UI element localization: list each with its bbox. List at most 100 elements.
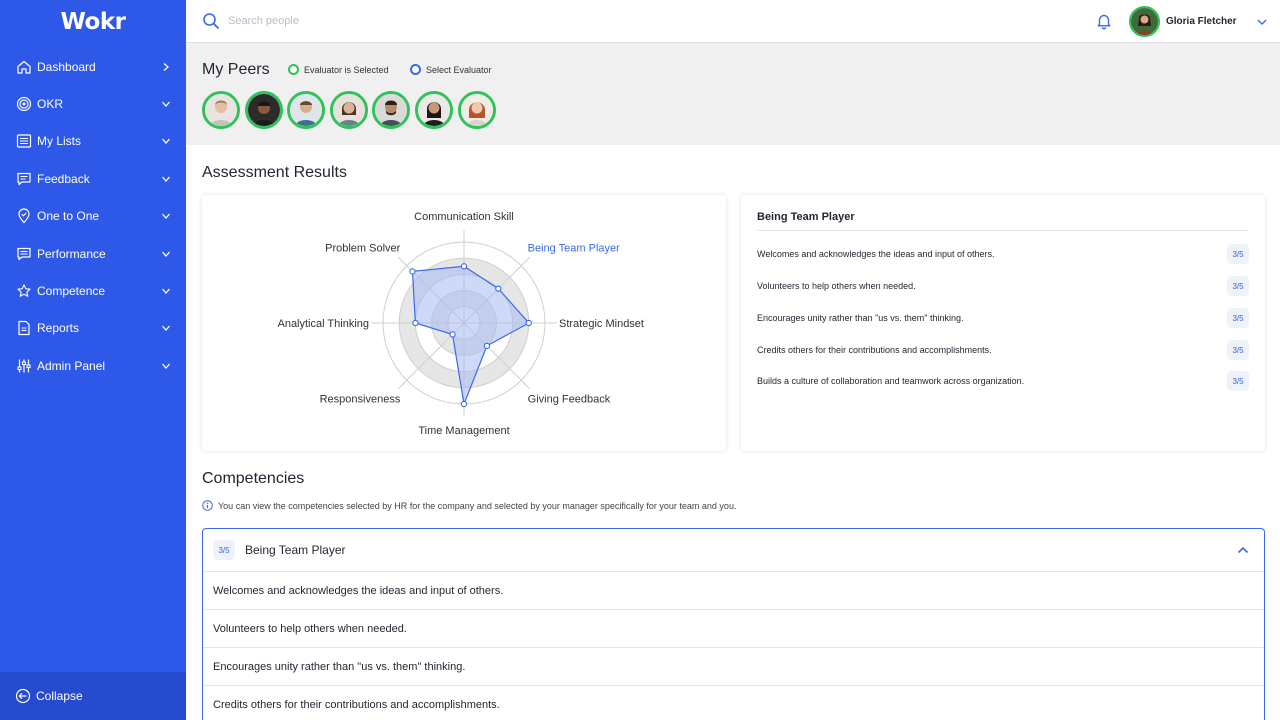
sidebar-item-dashboard[interactable]: Dashboard [0, 48, 186, 85]
chevron-up-icon[interactable] [1236, 543, 1250, 557]
sidebar-item-label: My Lists [37, 134, 82, 149]
score-badge: 3/5 [1227, 371, 1249, 391]
sliders-icon [15, 357, 32, 374]
search-icon [202, 12, 220, 30]
collapse-icon [15, 688, 31, 704]
peer-list [202, 91, 500, 129]
score-badge: 3/5 [1227, 276, 1249, 296]
competency-row: Welcomes and acknowledges the ideas and … [203, 572, 1264, 610]
sidebar-item-reports[interactable]: Reports [0, 310, 186, 347]
detail-item: Encourages unity rather than "us vs. the… [757, 308, 1249, 328]
radar-point [412, 319, 419, 327]
user-name: Gloria Fletcher [1166, 16, 1237, 27]
chevron-down-icon [1256, 16, 1268, 28]
accordion-header[interactable]: 3/5 Being Team Player [203, 529, 1264, 572]
radar-chart-card: Communication Skill Being Team Player Stra… [202, 195, 726, 451]
blue-dot-icon [410, 64, 421, 75]
chevron-down-icon [160, 285, 172, 297]
star-icon [15, 283, 32, 300]
peer-avatar[interactable] [244, 91, 283, 129]
detail-item-text: Volunteers to help others when needed. [757, 281, 916, 291]
chevron-down-icon [160, 210, 172, 222]
chevron-down-icon [160, 173, 172, 185]
score-badge: 3/5 [1227, 308, 1249, 328]
target-icon [15, 96, 32, 113]
legend-label: Select Evaluator [426, 64, 492, 75]
competencies-title: Competencies [202, 470, 305, 487]
divider [757, 230, 1249, 231]
score-badge: 3/5 [1227, 340, 1249, 360]
avatar [1129, 6, 1160, 37]
radar-chart: Communication Skill Being Team Player Stra… [277, 211, 644, 437]
competency-detail-card: Being Team Player Welcomes and acknowled… [741, 195, 1265, 451]
radar-axis-label: Analytical Thinking [277, 318, 369, 330]
sidebar-item-label: Competence [37, 284, 106, 299]
green-dot-icon [288, 64, 299, 75]
chevron-down-icon [160, 360, 172, 372]
sidebar-item-label: OKR [37, 97, 64, 112]
sidebar-item-label: Reports [37, 321, 80, 336]
sidebar-item-label: Dashboard [37, 59, 96, 74]
detail-item-text: Builds a culture of collaboration and te… [757, 376, 1025, 386]
peer-avatar[interactable] [372, 91, 411, 129]
competency-row: Encourages unity rather than "us vs. the… [203, 648, 1264, 686]
sidebar-item-label: Performance [37, 246, 106, 261]
score-badge: 3/5 [213, 540, 235, 560]
radar-axis-label: Giving Feedback [528, 394, 611, 406]
radar-axis-label: Communication Skill [414, 211, 514, 223]
radar-point [525, 319, 532, 327]
radar-axis-label: Responsiveness [320, 394, 401, 406]
radar-point [460, 400, 468, 408]
sidebar-nav: Dashboard OKR My Lists Feedback One to O… [0, 48, 186, 385]
assessment-title: Assessment Results [202, 164, 347, 181]
sidebar-item-feedback[interactable]: Feedback [0, 160, 186, 197]
peer-avatar[interactable] [414, 91, 453, 129]
sidebar-item-label: One to One [37, 209, 100, 224]
peer-avatar[interactable] [202, 91, 240, 129]
peer-avatar[interactable] [329, 91, 368, 129]
info-text: You can view the competencies selected b… [218, 500, 737, 511]
score-badge: 3/5 [1227, 244, 1249, 264]
competency-row: Credits others for their contributions a… [203, 686, 1264, 720]
app-logo[interactable]: Wokr [0, 0, 186, 43]
sidebar-item-my-lists[interactable]: My Lists [0, 123, 186, 160]
list-icon [15, 133, 32, 150]
peer-avatar[interactable] [457, 91, 496, 129]
user-menu[interactable]: Gloria Fletcher [1129, 6, 1267, 37]
legend-select-evaluator: Select Evaluator [410, 64, 492, 75]
sidebar-item-one-to-one[interactable]: One to One [0, 198, 186, 235]
detail-item: Credits others for their contributions a… [757, 340, 1249, 360]
radar-point [460, 263, 468, 270]
sidebar-item-label: Feedback [37, 171, 90, 186]
collapse-label: Collapse [36, 689, 83, 703]
bell-icon[interactable] [1095, 12, 1113, 30]
legend-label: Evaluator is Selected [304, 64, 389, 75]
chat-icon [15, 170, 32, 187]
sidebar-item-competence[interactable]: Competence [0, 272, 186, 309]
radar-point [409, 268, 416, 275]
radar-point [483, 342, 491, 350]
detail-item-text: Encourages unity rather than "us vs. the… [757, 313, 964, 323]
detail-item-text: Welcomes and acknowledges the ideas and … [757, 249, 995, 259]
chevron-down-icon [160, 135, 172, 147]
peers-panel: My Peers Evaluator is Selected Select Ev… [186, 43, 1280, 145]
collapse-button[interactable]: Collapse [0, 672, 186, 720]
sidebar-item-admin-panel[interactable]: Admin Panel [0, 347, 186, 384]
sidebar: Wokr Dashboard OKR My Lists Feedback One… [0, 0, 186, 720]
document-icon [15, 320, 32, 337]
legend-evaluator-selected: Evaluator is Selected [288, 64, 389, 75]
competencies-info: You can view the competencies selected b… [202, 500, 736, 511]
detail-item: Builds a culture of collaboration and te… [757, 371, 1249, 391]
detail-item: Welcomes and acknowledges the ideas and … [757, 244, 1249, 264]
sidebar-item-performance[interactable]: Performance [0, 235, 186, 272]
chevron-down-icon [160, 98, 172, 110]
top-bar: Gloria Fletcher [186, 0, 1280, 43]
sidebar-item-okr[interactable]: OKR [0, 85, 186, 122]
peer-avatar[interactable] [287, 91, 326, 129]
chevron-right-icon [160, 61, 172, 73]
competency-accordion: 3/5 Being Team Player Welcomes and ackno… [202, 528, 1265, 720]
radar-axis-label: Time Management [418, 425, 509, 437]
comment-icon [15, 245, 32, 262]
search-input[interactable] [228, 15, 628, 27]
chevron-down-icon [160, 322, 172, 334]
